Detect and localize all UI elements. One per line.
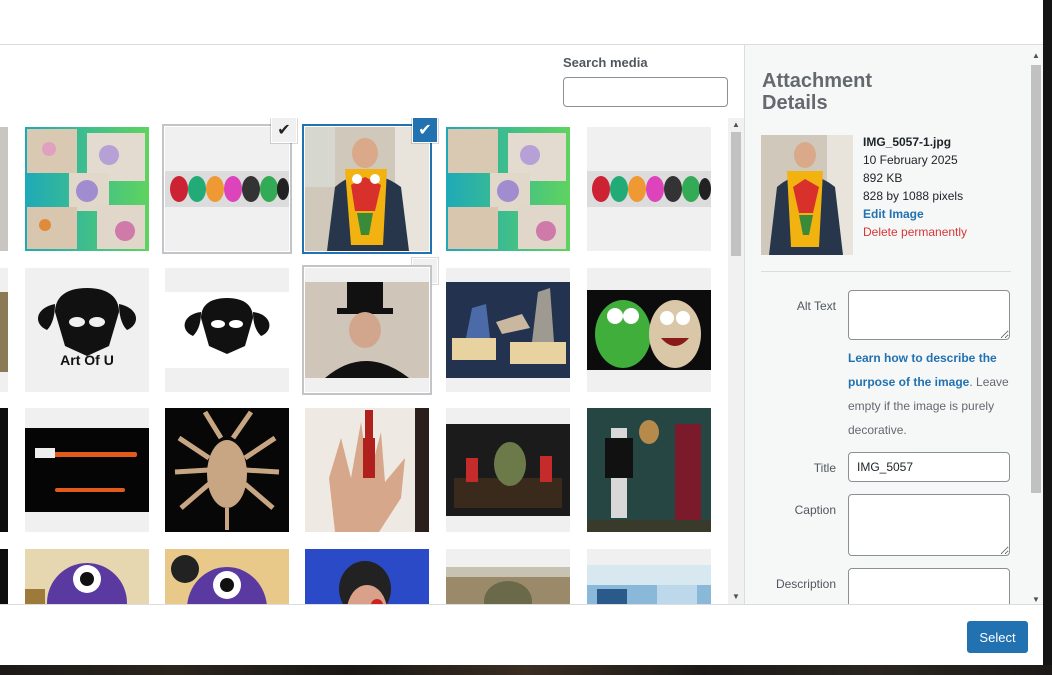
attachment-tile[interactable] — [0, 268, 8, 392]
attachment-tile[interactable] — [0, 549, 8, 604]
caption-label: Caption — [794, 503, 836, 517]
attachment-tile[interactable] — [446, 408, 570, 532]
title-field[interactable] — [848, 452, 1010, 482]
search-media-input[interactable] — [563, 77, 728, 107]
attachment-tile[interactable] — [0, 408, 8, 532]
attachment-tile[interactable] — [165, 127, 289, 251]
attachment-filename: IMG_5057-1.jpg — [863, 135, 952, 149]
grid-scrollbar[interactable]: ▲ ▼ — [728, 118, 744, 604]
attachment-tile[interactable] — [25, 127, 149, 251]
search-media-label: Search media — [563, 55, 648, 70]
alt-text-field[interactable] — [848, 290, 1010, 340]
details-scroll-thumb[interactable] — [1031, 65, 1041, 493]
delete-permanently-link[interactable]: Delete permanently — [863, 223, 967, 241]
checkmark-icon[interactable]: ✔ — [413, 118, 437, 142]
modal-title-bar — [0, 0, 1043, 45]
select-button[interactable]: Select — [967, 621, 1028, 653]
attachment-tile[interactable] — [587, 127, 711, 251]
attachment-tile[interactable] — [305, 549, 429, 604]
description-field[interactable] — [848, 568, 1010, 604]
arrow-up-icon[interactable]: ▲ — [1031, 51, 1041, 60]
attachment-date: 10 February 2025 — [863, 153, 958, 167]
attachment-tile[interactable] — [0, 127, 8, 251]
grid-scroll-thumb[interactable] — [731, 132, 741, 256]
attachment-details-title: Attachment Details — [762, 70, 873, 114]
media-modal: Search media ✔ ✔ Art Of U ▲ ▼ Attachment… — [0, 0, 1043, 665]
description-label: Description — [775, 577, 836, 591]
attachment-tile[interactable] — [446, 549, 570, 604]
attachment-filesize: 892 KB — [863, 171, 903, 185]
attachment-tile[interactable] — [587, 408, 711, 532]
edit-image-link[interactable]: Edit Image — [863, 205, 967, 223]
attachment-thumbnail — [761, 135, 853, 255]
attachment-dimensions: 828 by 1088 pixels — [863, 189, 964, 203]
caption-field[interactable] — [848, 494, 1010, 556]
attachment-tile[interactable] — [165, 268, 289, 392]
alt-text-help: Learn how to describe the purpose of the… — [848, 346, 1010, 442]
attachment-tile[interactable]: Art Of U — [25, 268, 149, 392]
arrow-down-icon[interactable]: ▼ — [731, 592, 741, 602]
logo-text: Art Of U — [60, 352, 114, 368]
attachment-tile[interactable] — [25, 549, 149, 604]
attachment-tile[interactable] — [446, 127, 570, 251]
backdrop-edge — [1043, 0, 1052, 665]
details-divider — [761, 271, 1011, 272]
attachments-grid: ✔ ✔ Art Of U — [0, 118, 728, 604]
attachment-tile[interactable] — [305, 408, 429, 532]
attachment-tile[interactable] — [587, 549, 711, 604]
modal-footer: Select — [0, 604, 1043, 665]
arrow-down-icon[interactable]: ▼ — [1031, 595, 1041, 604]
attachment-tile[interactable] — [25, 408, 149, 532]
attachment-tile[interactable] — [446, 268, 570, 392]
attachment-tile-selected[interactable] — [305, 127, 429, 251]
attachment-details-panel: Attachment Details IMG_5057-1.jpg 10 Feb… — [744, 45, 1043, 604]
attachment-tile[interactable] — [165, 408, 289, 532]
attachment-meta: IMG_5057-1.jpg 10 February 2025 892 KB 8… — [863, 133, 967, 241]
attachment-tile[interactable] — [305, 268, 429, 392]
alt-text-label: Alt Text — [796, 299, 836, 313]
attachment-tile[interactable] — [165, 549, 289, 604]
title-label: Title — [813, 461, 836, 475]
details-scrollbar[interactable]: ▲ ▼ — [1028, 49, 1043, 604]
checkmark-icon[interactable]: ✔ — [272, 118, 296, 142]
page-backdrop — [0, 665, 1052, 675]
arrow-up-icon[interactable]: ▲ — [731, 120, 741, 130]
attachment-tile[interactable] — [587, 268, 711, 392]
